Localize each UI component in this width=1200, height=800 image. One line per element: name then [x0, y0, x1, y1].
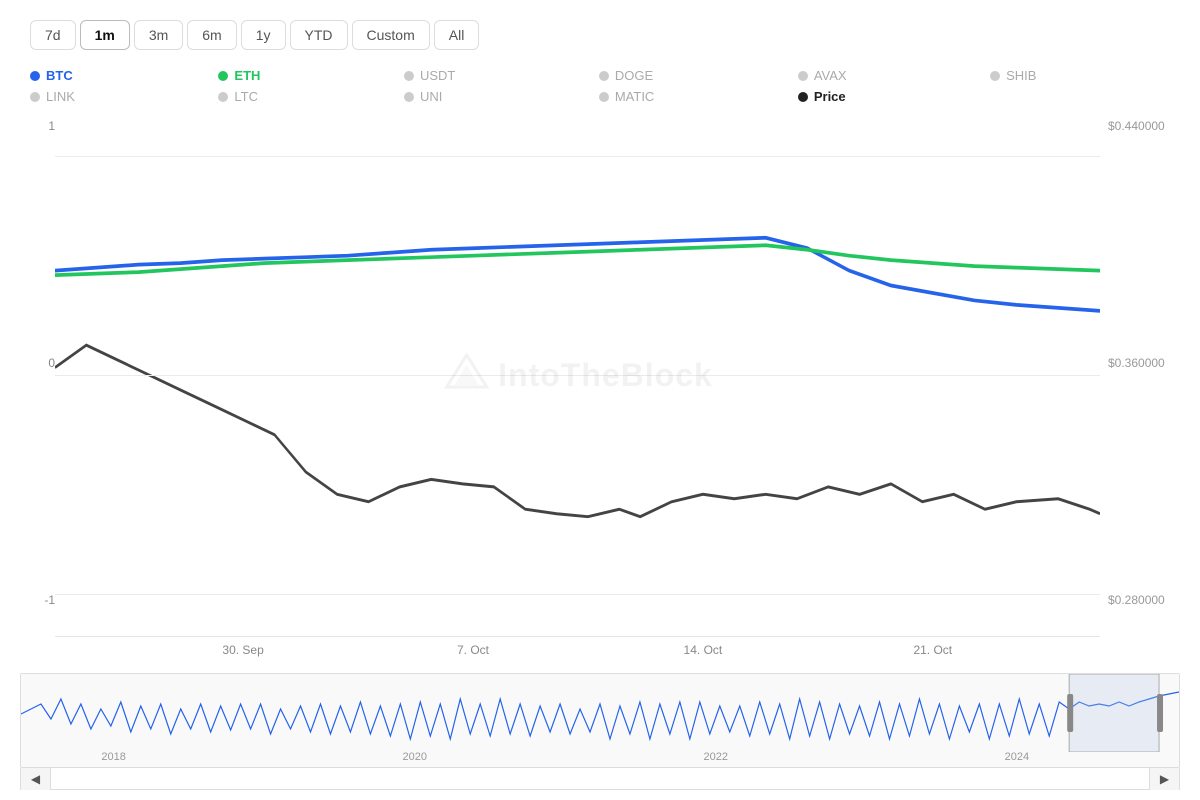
- legend-empty: [990, 89, 1180, 104]
- year-2024: 2024: [1005, 751, 1029, 763]
- y-axis-right: $0.440000 $0.360000 $0.280000: [1100, 114, 1180, 637]
- price-label: Price: [814, 89, 846, 104]
- btn-ytd[interactable]: YTD: [290, 20, 348, 50]
- matic-dot: [599, 92, 609, 102]
- btn-6m[interactable]: 6m: [187, 20, 236, 50]
- btc-label: BTC: [46, 68, 73, 83]
- eth-dot: [218, 71, 228, 81]
- legend-shib[interactable]: SHIB: [990, 68, 1180, 83]
- legend-uni[interactable]: UNI: [404, 89, 599, 104]
- ltc-label: LTC: [234, 89, 258, 104]
- main-chart-area: IntoTheBlock: [55, 114, 1100, 637]
- navigator[interactable]: 2018 2020 2022 2024: [20, 673, 1180, 768]
- btn-7d[interactable]: 7d: [30, 20, 76, 50]
- avax-label: AVAX: [814, 68, 847, 83]
- x-label-sep30: 30. Sep: [222, 643, 263, 657]
- usdt-dot: [404, 71, 414, 81]
- ltc-dot: [218, 92, 228, 102]
- navigator-handle-right: [1157, 694, 1163, 732]
- uni-dot: [404, 92, 414, 102]
- grid-line-top: [55, 156, 1100, 157]
- navigator-selection: [1069, 674, 1159, 752]
- navigator-handle-left: [1067, 694, 1073, 732]
- btn-1y[interactable]: 1y: [241, 20, 286, 50]
- matic-label: MATIC: [615, 89, 654, 104]
- navigator-years: 2018 2020 2022 2024: [21, 749, 1179, 765]
- eth-label: ETH: [234, 68, 260, 83]
- doge-dot: [599, 71, 609, 81]
- x-label-oct21: 21. Oct: [913, 643, 952, 657]
- price-dot: [798, 92, 808, 102]
- btc-line: [55, 238, 1100, 311]
- btc-dot: [30, 71, 40, 81]
- y-label-right-mid: $0.360000: [1108, 356, 1180, 370]
- chart-legend: BTC ETH USDT DOGE AVAX SHIB LINK L: [20, 68, 1180, 104]
- chart-container: 7d 1m 3m 6m 1y YTD Custom All BTC ETH US…: [0, 0, 1200, 800]
- grid-line-mid: [55, 375, 1100, 376]
- link-label: LINK: [46, 89, 75, 104]
- uni-label: UNI: [420, 89, 442, 104]
- y-axis-left: 1 0 -1: [20, 114, 55, 637]
- y-label-right-low: $0.280000: [1108, 593, 1180, 607]
- x-axis: 30. Sep 7. Oct 14. Oct 21. Oct: [55, 637, 1100, 665]
- shib-dot: [990, 71, 1000, 81]
- btn-1m[interactable]: 1m: [80, 20, 130, 50]
- y-label-neg1: -1: [20, 593, 55, 607]
- btn-3m[interactable]: 3m: [134, 20, 183, 50]
- year-2022: 2022: [704, 751, 728, 763]
- legend-avax[interactable]: AVAX: [798, 68, 990, 83]
- grid-line-bot: [55, 594, 1100, 595]
- legend-eth[interactable]: ETH: [218, 68, 404, 83]
- y-label-right-high: $0.440000: [1108, 119, 1180, 133]
- x-label-oct14: 14. Oct: [684, 643, 723, 657]
- legend-doge[interactable]: DOGE: [599, 68, 798, 83]
- y-label-1: 1: [20, 119, 55, 133]
- chart-section: 1 0 -1 IntoTheBlock: [20, 114, 1180, 790]
- time-range-selector: 7d 1m 3m 6m 1y YTD Custom All: [20, 20, 1180, 50]
- avax-dot: [798, 71, 808, 81]
- shib-label: SHIB: [1006, 68, 1036, 83]
- btn-all[interactable]: All: [434, 20, 480, 50]
- main-chart-wrapper: 1 0 -1 IntoTheBlock: [20, 114, 1180, 637]
- legend-btc[interactable]: BTC: [30, 68, 218, 83]
- legend-matic[interactable]: MATIC: [599, 89, 798, 104]
- price-line: [55, 345, 1100, 517]
- scroll-controls: ◀ ▶: [20, 768, 1180, 790]
- navigator-svg: [21, 674, 1179, 752]
- legend-price[interactable]: Price: [798, 89, 990, 104]
- year-2020: 2020: [402, 751, 426, 763]
- doge-label: DOGE: [615, 68, 653, 83]
- btn-custom[interactable]: Custom: [352, 20, 430, 50]
- legend-usdt[interactable]: USDT: [404, 68, 599, 83]
- usdt-label: USDT: [420, 68, 455, 83]
- legend-link[interactable]: LINK: [30, 89, 218, 104]
- scroll-left-button[interactable]: ◀: [21, 768, 51, 790]
- link-dot: [30, 92, 40, 102]
- y-label-0: 0: [20, 356, 55, 370]
- legend-ltc[interactable]: LTC: [218, 89, 404, 104]
- year-2018: 2018: [101, 751, 125, 763]
- scroll-right-button[interactable]: ▶: [1149, 768, 1179, 790]
- x-label-oct7: 7. Oct: [457, 643, 489, 657]
